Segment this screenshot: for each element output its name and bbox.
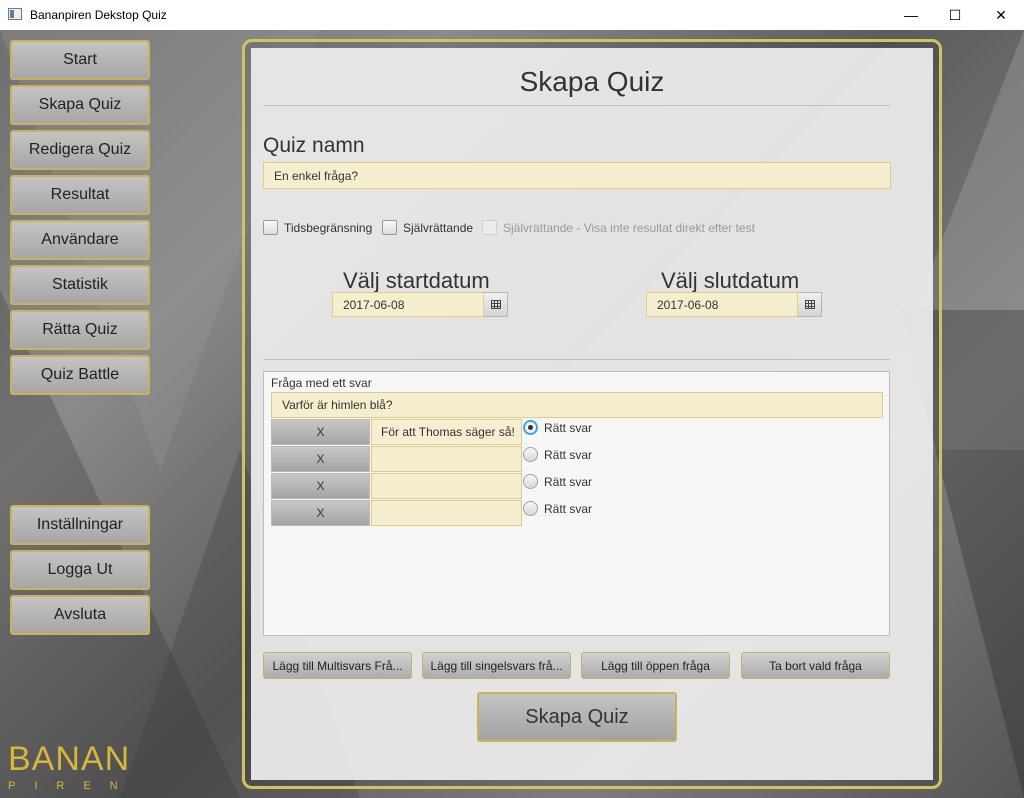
create-quiz-button[interactable]: Skapa Quiz bbox=[477, 692, 677, 742]
remove-answer-button[interactable]: X bbox=[271, 446, 370, 472]
nav-statistik-button[interactable]: Statistik bbox=[10, 265, 150, 305]
create-quiz-panel: Skapa Quiz Quiz namn En enkel fråga? Tid… bbox=[242, 39, 942, 789]
nav-avsluta-button[interactable]: Avsluta bbox=[10, 595, 150, 635]
correct-answer-radio[interactable]: Rätt svar bbox=[523, 447, 592, 462]
remove-selected-question-button[interactable]: Ta bort vald fråga bbox=[741, 652, 890, 679]
question-text-input[interactable]: Varför är himlen blå? bbox=[271, 392, 883, 418]
radio-dot[interactable] bbox=[523, 420, 538, 435]
app-background: Start Skapa Quiz Redigera Quiz Resultat … bbox=[0, 30, 1024, 798]
radio-label: Rätt svar bbox=[544, 501, 593, 516]
radio-dot[interactable] bbox=[523, 501, 538, 516]
radio-label: Rätt svar bbox=[544, 420, 593, 435]
correct-answer-radio[interactable]: Rätt svar bbox=[523, 474, 592, 489]
quiz-name-label: Quiz namn bbox=[263, 134, 365, 157]
time-limit-checkbox[interactable]: Tidsbegränsning bbox=[263, 220, 372, 235]
title-bar: Bananpiren Dekstop Quiz — ☐ ✕ bbox=[0, 0, 1024, 30]
start-date-label: Välj startdatum bbox=[343, 268, 490, 293]
checkbox-label: Tidsbegränsning bbox=[284, 220, 373, 235]
question-type-label: Fråga med ett svar bbox=[271, 376, 372, 390]
start-date-picker-button[interactable] bbox=[484, 292, 508, 317]
bananpiren-logo: BANAN PIREN bbox=[8, 740, 158, 792]
checkbox-box[interactable] bbox=[382, 220, 397, 235]
window-title: Bananpiren Dekstop Quiz bbox=[30, 8, 167, 22]
nav-ratta-quiz-button[interactable]: Rätta Quiz bbox=[10, 310, 150, 350]
nav-redigera-quiz-button[interactable]: Redigera Quiz bbox=[10, 130, 150, 170]
calendar-icon bbox=[490, 300, 501, 309]
checkbox-label: Självrättande bbox=[403, 220, 474, 235]
answer-input[interactable] bbox=[371, 473, 522, 499]
remove-answer-button[interactable]: X bbox=[271, 500, 370, 526]
add-multi-answer-question-button[interactable]: Lägg till Multisvars Frå... bbox=[263, 652, 412, 679]
remove-answer-button[interactable]: X bbox=[271, 473, 370, 499]
radio-dot[interactable] bbox=[523, 447, 538, 462]
minimize-button[interactable]: — bbox=[888, 0, 934, 30]
create-quiz-form: Skapa Quiz Quiz namn En enkel fråga? Tid… bbox=[251, 48, 933, 780]
close-button[interactable]: ✕ bbox=[978, 0, 1024, 30]
logo-wordmark: BANAN bbox=[8, 740, 131, 778]
correct-answer-radio[interactable]: Rätt svar bbox=[523, 420, 592, 435]
self-grading-checkbox[interactable]: Självrättande bbox=[382, 220, 473, 235]
end-date-picker-button[interactable] bbox=[798, 292, 822, 317]
checkbox-box[interactable] bbox=[263, 220, 278, 235]
nav-resultat-button[interactable]: Resultat bbox=[10, 175, 150, 215]
nav-skapa-quiz-button[interactable]: Skapa Quiz bbox=[10, 85, 150, 125]
quiz-name-input[interactable]: En enkel fråga? bbox=[263, 162, 891, 189]
answer-input[interactable]: För att Thomas säger så! bbox=[371, 419, 522, 445]
radio-label: Rätt svar bbox=[544, 447, 593, 462]
radio-dot[interactable] bbox=[523, 474, 538, 489]
question-list[interactable]: Fråga med ett svar Varför är himlen blå?… bbox=[263, 371, 890, 636]
checkbox-box bbox=[482, 220, 497, 235]
nav-anvandare-button[interactable]: Användare bbox=[10, 220, 150, 260]
checkbox-label: Självrättande - Visa inte resultat direk… bbox=[503, 220, 755, 235]
divider bbox=[263, 105, 890, 106]
end-date-label: Välj slutdatum bbox=[661, 268, 800, 293]
nav-quiz-battle-button[interactable]: Quiz Battle bbox=[10, 355, 150, 395]
logo-subtext: PIREN bbox=[8, 780, 137, 792]
answer-input[interactable] bbox=[371, 500, 522, 526]
add-open-question-button[interactable]: Lägg till öppen fråga bbox=[581, 652, 730, 679]
nav-installningar-button[interactable]: Inställningar bbox=[10, 505, 150, 545]
correct-answer-radio[interactable]: Rätt svar bbox=[523, 501, 592, 516]
maximize-button[interactable]: ☐ bbox=[932, 0, 978, 30]
end-date-input[interactable]: 2017-06-08 bbox=[646, 292, 798, 317]
radio-label: Rätt svar bbox=[544, 474, 593, 489]
calendar-icon bbox=[804, 300, 815, 309]
add-single-answer-question-button[interactable]: Lägg till singelsvars frå... bbox=[422, 652, 571, 679]
self-grading-hide-results-checkbox: Självrättande - Visa inte resultat direk… bbox=[482, 220, 755, 235]
start-date-input[interactable]: 2017-06-08 bbox=[332, 292, 484, 317]
answer-input[interactable] bbox=[371, 446, 522, 472]
remove-answer-button[interactable]: X bbox=[271, 419, 370, 445]
app-window-icon bbox=[8, 8, 22, 20]
page-title: Skapa Quiz bbox=[519, 66, 665, 97]
divider bbox=[263, 359, 890, 360]
nav-logga-ut-button[interactable]: Logga Ut bbox=[10, 550, 150, 590]
nav-start-button[interactable]: Start bbox=[10, 40, 150, 80]
